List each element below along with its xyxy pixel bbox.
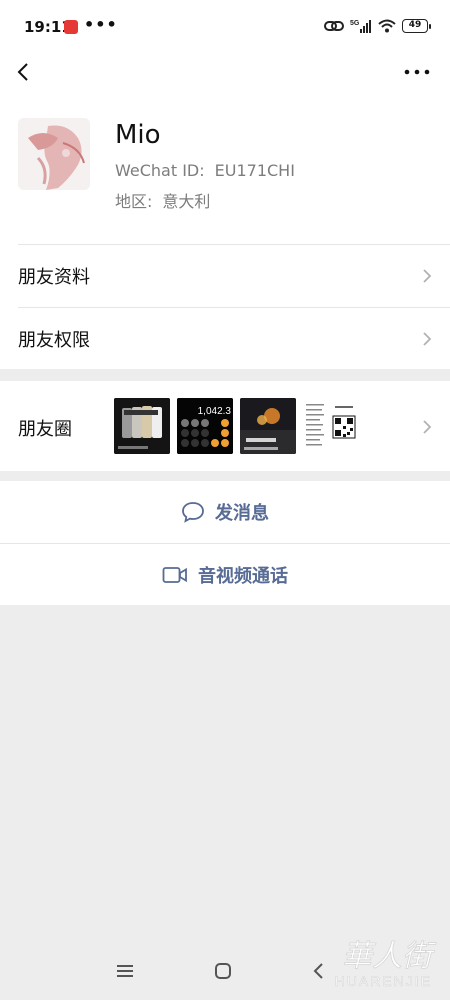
wechat-id: WeChat ID: EU171CHI [115,161,305,180]
video-call-label: 音视频通话 [198,566,288,587]
video-camera-icon [162,567,187,583]
chevron-right-icon [423,269,432,283]
chevron-right-icon [423,332,432,346]
moments-label: 朋友圈 [18,419,72,440]
app-notification-icon [64,20,78,34]
profile-name: Mio [115,120,161,150]
link-icon [324,21,344,31]
friend-info-label: 朋友资料 [18,267,90,288]
signal-icon: 5G [350,20,371,33]
menu-icon[interactable] [116,962,134,980]
more-button[interactable] [402,62,432,82]
region-label: 地区: [115,192,153,211]
wechat-id-value: EU171CHI [214,161,295,180]
battery-icon: 49 [402,19,431,33]
friend-info-row[interactable]: 朋友资料 [0,245,450,307]
wifi-icon [378,19,396,33]
moments-thumb-night-street[interactable] [240,398,296,454]
status-bar: 19:11 ••• 5G 49 [0,0,450,52]
network-label: 5G [350,20,360,27]
region: 地区: 意大利 [115,188,220,212]
send-message-button[interactable]: 发消息 [0,481,450,543]
friend-permissions-label: 朋友权限 [18,330,90,351]
back-button[interactable] [12,58,36,86]
watermark-english: HUARENJIE [335,973,432,989]
home-icon[interactable] [214,962,232,980]
avatar[interactable] [18,118,90,190]
region-value: 意大利 [162,192,211,211]
calc-display: 1,042.3 [198,406,232,417]
moments-thumb-calculator[interactable]: 1,042.3 [177,398,233,454]
status-more-dots: ••• [84,15,118,34]
moments-row[interactable]: 朋友圈 888 1,042.3 [0,381,450,471]
action-section: 发消息 音视频通话 [0,481,450,605]
friend-permissions-row[interactable]: 朋友权限 [0,308,450,370]
wechat-id-label: WeChat ID: [115,161,205,180]
huarenjie-watermark: 華人街 HUARENJIE [334,939,437,990]
watermark-chinese: 華人街 [342,939,437,974]
status-right-icons: 5G 49 [324,18,431,34]
chevron-right-icon [423,420,432,434]
moments-thumb-phones[interactable]: 888 [114,398,170,454]
chat-bubble-icon [182,502,204,523]
send-message-label: 发消息 [215,503,269,524]
video-call-button[interactable]: 音视频通话 [0,544,450,606]
moments-thumb-qr-doc[interactable] [303,398,359,454]
